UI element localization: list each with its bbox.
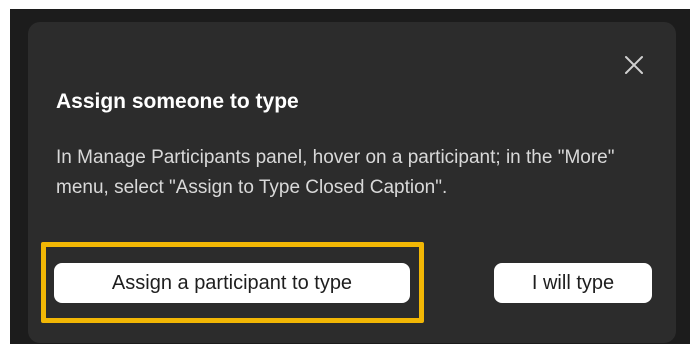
close-icon [625, 56, 643, 74]
dialog-title: Assign someone to type [56, 90, 299, 113]
i-will-type-button[interactable]: I will type [494, 263, 652, 303]
assign-participant-button[interactable]: Assign a participant to type [54, 263, 410, 303]
dialog-description: In Manage Participants panel, hover on a… [56, 147, 615, 198]
close-button[interactable] [621, 52, 647, 78]
